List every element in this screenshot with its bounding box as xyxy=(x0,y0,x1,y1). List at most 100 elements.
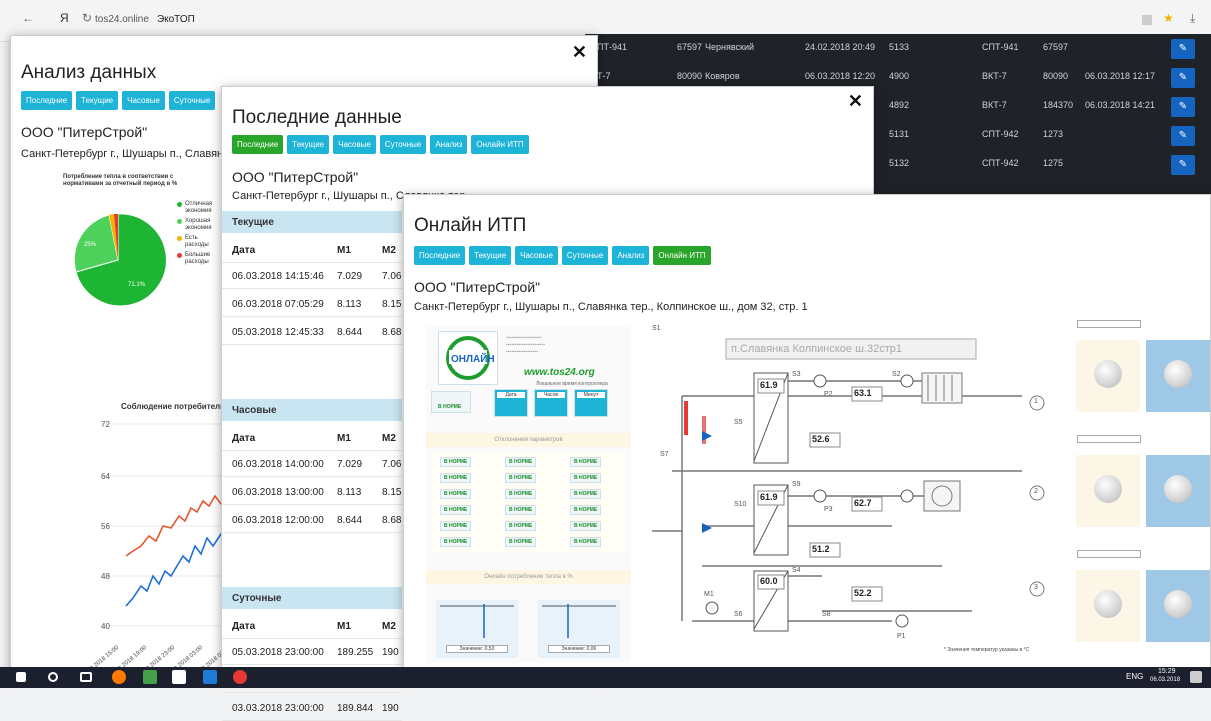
knob-icon[interactable] xyxy=(1094,360,1122,388)
logo-icon: ОНЛАЙН xyxy=(446,336,495,380)
svg-text:25%: 25% xyxy=(84,242,97,248)
language-indicator[interactable]: ENG xyxy=(1126,672,1143,681)
column-header: M2 xyxy=(382,433,396,444)
deviations-header: Отклонения параметров xyxy=(426,433,631,447)
star-icon[interactable]: ★ xyxy=(1163,11,1174,25)
app-icon[interactable] xyxy=(143,670,157,684)
temperature-value: 61.9 xyxy=(760,380,778,390)
table-cell: 06.03.2018 12:17 xyxy=(1085,71,1156,81)
norm-badge: В НОРМЕ xyxy=(570,473,602,483)
legend-dot xyxy=(177,253,182,258)
mode-label-box xyxy=(1077,320,1141,328)
mail-icon[interactable] xyxy=(172,670,186,684)
tab-3[interactable]: Суточные xyxy=(379,135,427,154)
norm-badge: В НОРМЕ xyxy=(440,457,472,467)
back-arrow-icon[interactable]: ← xyxy=(22,11,34,25)
legend-dot xyxy=(177,236,182,241)
table-cell: 4892 xyxy=(889,100,910,110)
norm-badge: В НОРМЕ xyxy=(505,457,537,467)
knob-icon[interactable] xyxy=(1164,475,1192,503)
edit-button[interactable]: ✎ xyxy=(1171,39,1195,59)
table-row: 05.03.2018 23:00:00 189.255 190 xyxy=(222,639,402,665)
tab-4[interactable]: Анализ xyxy=(430,135,468,154)
scheme-label: M1 xyxy=(704,591,714,598)
windows-start-icon[interactable] xyxy=(16,672,26,682)
norm-badge: В НОРМЕ xyxy=(440,537,472,547)
y-tick: 72 xyxy=(101,420,110,429)
tab-1[interactable]: Текущие xyxy=(76,91,119,110)
knob-icon[interactable] xyxy=(1094,590,1122,618)
legend-item: Есть расходы xyxy=(177,235,222,249)
table-cell: 5132 xyxy=(889,158,910,168)
tab-4[interactable]: Анализ xyxy=(612,246,650,265)
section-header: Часовые xyxy=(222,399,402,421)
tab-2[interactable]: Часовые xyxy=(333,135,376,154)
tab-1[interactable]: Текущие xyxy=(469,246,512,265)
table-cell: 06.03.2018 07:05:29 xyxy=(232,299,324,310)
legend-item: Отличная экономия xyxy=(177,201,222,215)
edit-button[interactable]: ✎ xyxy=(1171,97,1195,117)
site-link[interactable]: www.tos24.org xyxy=(524,367,595,378)
reload-icon[interactable]: ↻ xyxy=(82,11,92,25)
window-title: Анализ данных xyxy=(21,62,157,83)
tab-2[interactable]: Часовые xyxy=(515,246,558,265)
table-cell: 67597 xyxy=(677,42,703,52)
time-button-1[interactable]: Часов xyxy=(534,389,568,417)
tab-0[interactable]: Последние xyxy=(414,246,466,265)
section-header: Текущие xyxy=(222,211,402,233)
tab-3[interactable]: Суточные xyxy=(168,91,216,110)
column-header: M1 xyxy=(337,621,351,632)
tab-2[interactable]: Часовые xyxy=(122,91,165,110)
edit-button[interactable]: ✎ xyxy=(1171,155,1195,175)
close-icon[interactable]: ✕ xyxy=(848,91,863,112)
page-title: ЭкоТОП xyxy=(156,14,195,25)
tab-5[interactable]: Онлайн ИТП xyxy=(471,135,529,154)
norm-badge: В НОРМЕ xyxy=(440,489,472,499)
y-ticks: 72 64 56 48 40 xyxy=(101,420,110,631)
knob-panel xyxy=(1076,455,1140,527)
table-cell: 184370 xyxy=(1043,100,1074,110)
time-button-0[interactable]: Дата xyxy=(494,389,528,417)
legend-label: Есть расходы xyxy=(185,235,209,248)
table-cell: ВКТ-7 xyxy=(982,100,1007,110)
tab-5[interactable]: Онлайн ИТП xyxy=(653,246,711,265)
scheme-label: S10 xyxy=(734,501,747,508)
norm-badge: В НОРМЕ xyxy=(505,489,537,499)
tab-0[interactable]: Последние xyxy=(232,135,284,154)
table-cell: 7.029 xyxy=(337,459,363,470)
norm-badge: В НОРМЕ xyxy=(570,521,602,531)
knob-icon[interactable] xyxy=(1094,475,1122,503)
clock-time[interactable]: 15:29 xyxy=(1158,668,1176,675)
yandex-browser-icon[interactable] xyxy=(233,670,247,684)
search-icon[interactable] xyxy=(48,672,58,682)
tab-1[interactable]: Текущие xyxy=(287,135,330,154)
norm-badge: В НОРМЕ xyxy=(440,505,472,515)
knob-icon[interactable] xyxy=(1164,360,1192,388)
time-button-2[interactable]: Минут xyxy=(574,389,608,417)
task-view-icon[interactable] xyxy=(80,672,92,682)
yandex-icon[interactable]: Я xyxy=(60,11,69,25)
firefox-icon[interactable] xyxy=(112,670,126,684)
edit-button[interactable]: ✎ xyxy=(1171,68,1195,88)
table-row: 06.03.2018 14:00:00 7.029 7.06 xyxy=(222,451,402,477)
scheme-label: P2 xyxy=(824,391,833,398)
outlook-icon[interactable] xyxy=(203,670,217,684)
legend-label: Отличная экономия xyxy=(185,201,213,214)
mode-label-box xyxy=(1077,435,1141,443)
notifications-icon[interactable] xyxy=(1190,671,1202,683)
column-header: Дата xyxy=(232,245,256,256)
extension-icon[interactable] xyxy=(1142,15,1152,25)
edit-button[interactable]: ✎ xyxy=(1171,126,1195,146)
legend-label: Хорошая экономия xyxy=(185,218,212,231)
temperature-value: 62.7 xyxy=(854,498,872,508)
window-title: Онлайн ИТП xyxy=(414,215,527,236)
section-header: Суточные xyxy=(222,587,402,609)
tab-0[interactable]: Последние xyxy=(21,91,73,110)
tab-3[interactable]: Суточные xyxy=(561,246,609,265)
close-icon[interactable]: ✕ xyxy=(572,42,587,63)
address-bar[interactable]: tos24.online ЭкоТОП xyxy=(95,14,195,25)
download-icon[interactable]: ⤓ xyxy=(1190,11,1195,26)
time-buttons: Дата Часов Минут xyxy=(494,389,608,417)
knob-icon[interactable] xyxy=(1164,590,1192,618)
scheme-label: 1 xyxy=(1034,398,1038,405)
